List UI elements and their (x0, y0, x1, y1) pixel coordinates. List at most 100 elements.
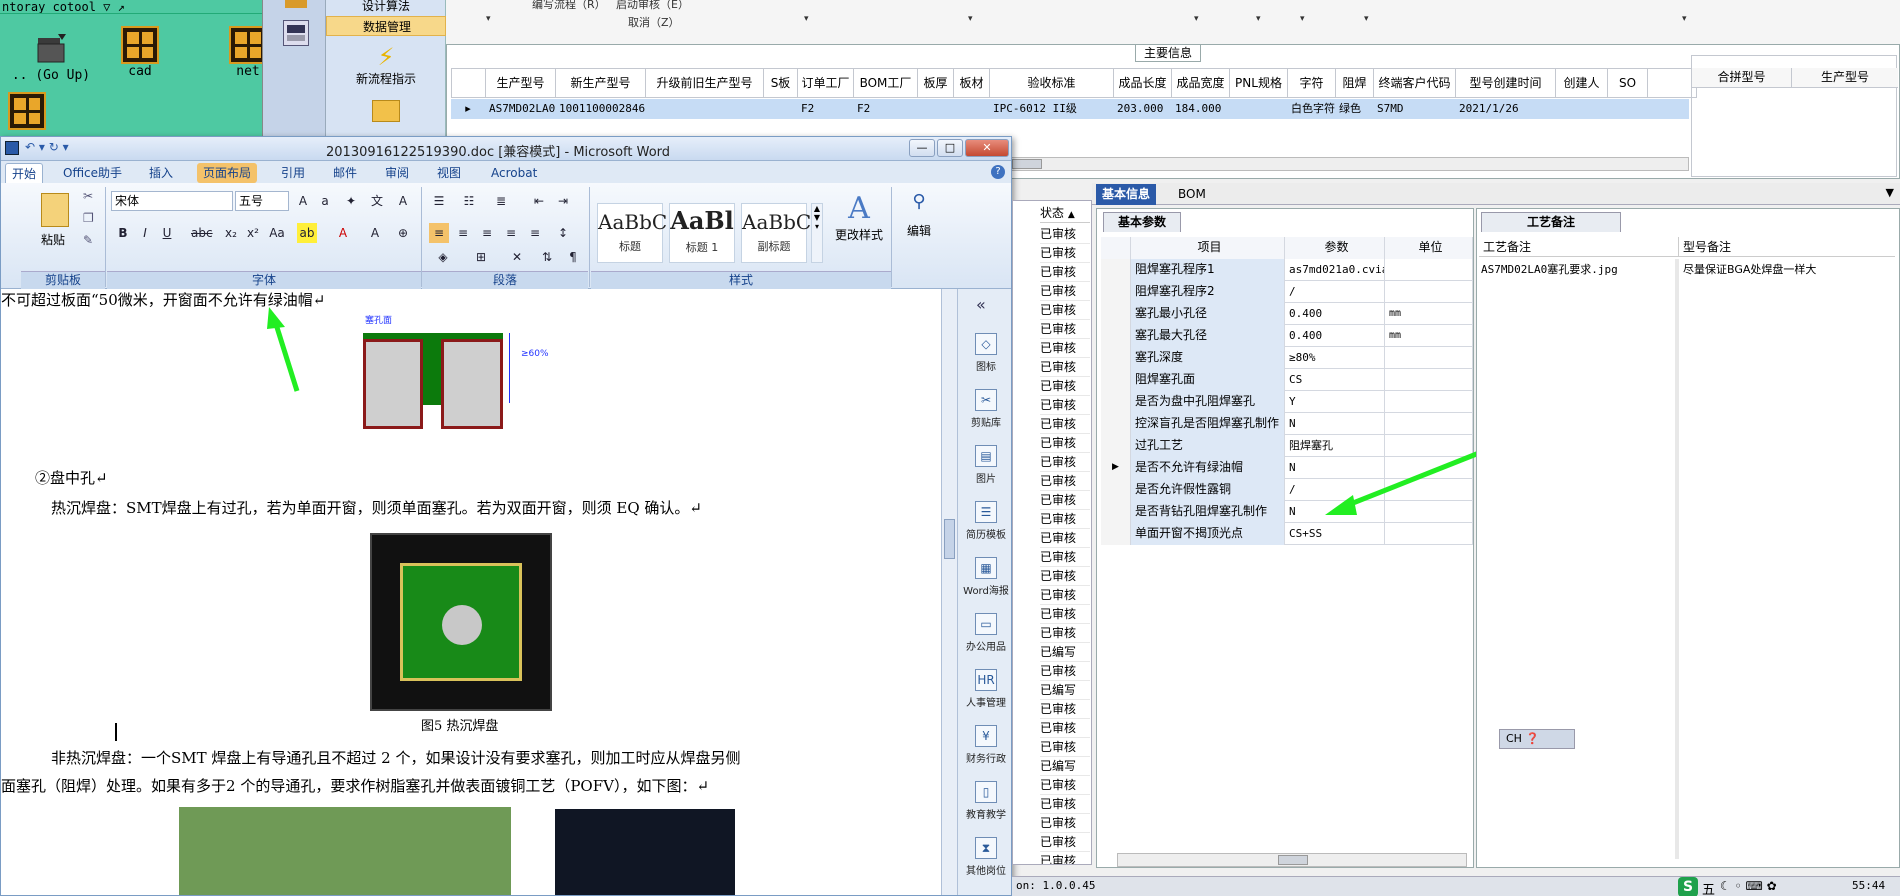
param-value[interactable]: 0.400 (1285, 325, 1385, 347)
model-remark-value[interactable]: 尽量保证BGA处焊盘一样大 (1683, 261, 1816, 277)
word-app-icon[interactable] (5, 141, 19, 155)
align-right-icon[interactable]: ≡ (477, 223, 497, 243)
status-cell[interactable]: 已审核 (1040, 624, 1090, 643)
side-tool-other[interactable]: ⧗ 其他岗位 (958, 837, 1011, 877)
char-border-icon[interactable]: A (393, 191, 413, 211)
param-value[interactable]: ≥80% (1285, 347, 1385, 369)
status-cell[interactable]: 已审核 (1040, 738, 1090, 757)
status-cell[interactable]: 已审核 (1040, 795, 1090, 814)
status-cell[interactable]: 已审核 (1040, 548, 1090, 567)
dropdown-icon[interactable]: ▾ (968, 14, 973, 24)
param-unit[interactable] (1385, 369, 1473, 391)
italic-icon[interactable]: I (135, 223, 155, 243)
side-tool-hr[interactable]: HR 人事管理 (958, 669, 1011, 709)
table-row[interactable]: 是否为盘中孔阻焊塞孔 Y (1101, 391, 1473, 413)
menu-data-manage[interactable]: 数据管理 (326, 16, 446, 36)
status-cell[interactable]: 已审核 (1040, 396, 1090, 415)
param-unit[interactable] (1385, 347, 1473, 369)
char-shading-icon[interactable]: A (365, 223, 385, 243)
table-row[interactable]: 阻焊塞孔面 CS (1101, 369, 1473, 391)
row-selector[interactable] (1101, 501, 1131, 523)
param-unit[interactable] (1385, 413, 1473, 435)
write-flow-menu[interactable]: 编写流程（R） (532, 0, 606, 12)
col-header[interactable]: 工艺备注 (1479, 237, 1679, 257)
col-header[interactable]: 终端客户代码 (1374, 69, 1456, 97)
status-cell[interactable]: 已审核 (1040, 453, 1090, 472)
status-cell[interactable]: 已审核 (1040, 662, 1090, 681)
status-cell[interactable]: 已审核 (1040, 282, 1090, 301)
status-cell[interactable]: 已审核 (1040, 567, 1090, 586)
col-header[interactable]: 型号备注 (1679, 237, 1895, 257)
collapse-icon[interactable]: « (976, 295, 986, 314)
param-unit[interactable] (1385, 259, 1473, 281)
tab-review[interactable]: 审阅 (379, 163, 415, 183)
highlight-icon[interactable]: ab (297, 223, 317, 243)
row-selector[interactable] (1101, 303, 1131, 325)
row-selector[interactable] (1101, 281, 1131, 303)
col-header[interactable]: 阻焊 (1336, 69, 1374, 97)
status-cell[interactable]: 已审核 (1040, 225, 1090, 244)
status-cell[interactable]: 已审核 (1040, 244, 1090, 263)
status-cell[interactable]: 已审核 (1040, 358, 1090, 377)
format-painter-icon[interactable]: ✎ (83, 233, 93, 247)
asian-layout-icon[interactable]: ✕ (507, 247, 527, 267)
tab-references[interactable]: 引用 (275, 163, 311, 183)
decrease-indent-icon[interactable]: ⇤ (529, 191, 549, 211)
tab-process-remark[interactable]: 工艺备注 (1481, 212, 1621, 232)
align-left-icon[interactable]: ≡ (429, 223, 449, 243)
status-cell[interactable]: 已审核 (1040, 301, 1090, 320)
col-header[interactable]: 成品宽度 (1172, 69, 1230, 97)
status-cell[interactable]: 已审核 (1040, 339, 1090, 358)
subscript-icon[interactable]: x₂ (221, 223, 241, 243)
row-selector[interactable] (1101, 391, 1131, 413)
tab-view[interactable]: 视图 (431, 163, 467, 183)
dropdown-icon[interactable]: ▾ (486, 14, 491, 24)
dropdown-icon[interactable]: ▾ (1256, 14, 1261, 24)
underline-icon[interactable]: U (157, 223, 177, 243)
change-case-icon[interactable]: Aa (267, 223, 287, 243)
phonetic-icon[interactable]: 文 (367, 191, 387, 211)
param-value[interactable]: Y (1285, 391, 1385, 413)
side-tool-pictures[interactable]: ▤ 图片 (958, 445, 1011, 485)
row-selector[interactable] (1101, 523, 1131, 545)
status-cell[interactable]: 已审核 (1040, 320, 1090, 339)
param-value[interactable]: / (1285, 281, 1385, 303)
params-hscrollbar[interactable] (1117, 853, 1467, 867)
style-heading1[interactable]: AaBl 标题 1 (669, 203, 735, 263)
col-header[interactable]: SO (1608, 69, 1648, 97)
sogou-ime-icon[interactable]: S (1678, 877, 1698, 896)
status-cell[interactable]: 已审核 (1040, 377, 1090, 396)
ime-toolbar[interactable]: CH ❓ (1499, 729, 1575, 749)
maximize-button[interactable]: □ (937, 139, 963, 157)
paste-icon[interactable] (41, 193, 69, 227)
status-cell[interactable]: 已审核 (1040, 529, 1090, 548)
col-header[interactable]: 生产型号 (1792, 68, 1898, 87)
status-cell[interactable]: 已审核 (1040, 700, 1090, 719)
styles-scroll[interactable]: ▲ ▼ ▾ (811, 203, 823, 263)
col-header[interactable]: 项目 (1131, 237, 1285, 259)
dropdown-icon[interactable]: ▾ (804, 14, 809, 24)
col-header[interactable]: 字符 (1288, 69, 1336, 97)
col-header[interactable]: 合拼型号 (1692, 68, 1792, 87)
borders-icon[interactable]: ⊞ (471, 247, 491, 267)
row-selector[interactable] (1101, 369, 1131, 391)
row-selector[interactable] (1101, 259, 1131, 281)
desktop-item-4[interactable] (7, 92, 47, 130)
net-item[interactable]: net (223, 26, 262, 79)
dropdown-icon[interactable]: ▾ (1682, 14, 1687, 24)
col-header[interactable]: 生产型号 (486, 69, 556, 97)
status-cell[interactable]: 已编写 (1040, 757, 1090, 776)
bold-icon[interactable]: B (113, 223, 133, 243)
status-cell[interactable]: 已审核 (1040, 510, 1090, 529)
param-value[interactable]: 0.400 (1285, 303, 1385, 325)
dropdown-icon[interactable]: ▾ (1194, 14, 1199, 24)
start-review-menu[interactable]: 启动审核（E） (616, 0, 689, 12)
col-header[interactable]: 板厚 (918, 69, 954, 97)
change-styles-button[interactable]: A 更改样式 (829, 191, 889, 243)
copy-icon[interactable]: ❐ (83, 211, 94, 225)
status-cell[interactable]: 已审核 (1040, 472, 1090, 491)
tab-home[interactable]: 开始 (5, 163, 44, 183)
col-header[interactable]: 订单工厂 (798, 69, 854, 97)
row-selector[interactable] (1101, 435, 1131, 457)
help-icon[interactable]: ? (991, 165, 1005, 179)
